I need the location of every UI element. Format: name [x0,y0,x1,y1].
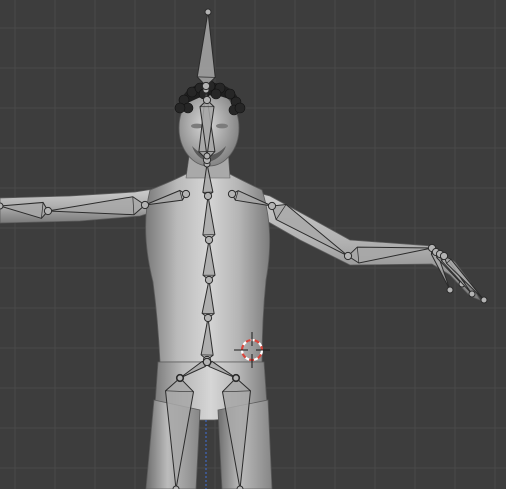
bone-joint[interactable] [227,189,237,199]
bone-joint[interactable] [181,189,191,199]
bone-joint[interactable] [232,374,240,382]
bone-joint[interactable] [204,235,214,245]
bone-joint[interactable] [202,95,212,105]
bone-joint[interactable] [204,275,214,285]
bone-joint[interactable] [201,81,211,91]
bone-joint[interactable] [204,8,212,16]
3d-viewport[interactable] [0,0,506,489]
hair-curl [174,102,186,114]
bone-joint[interactable] [468,290,476,298]
bone-joint[interactable] [140,200,150,210]
bone-joint[interactable] [480,296,488,304]
bone-joint[interactable] [176,374,184,382]
bone-joint[interactable] [202,357,212,367]
bone-joint[interactable] [267,201,277,211]
bone-joint[interactable] [0,202,4,210]
bone-joint[interactable] [203,152,211,160]
viewport-canvas[interactable] [0,0,506,489]
bone-joint[interactable] [439,251,449,261]
mesh-right-arm [239,187,481,301]
bone-joint[interactable] [446,286,454,294]
bone-joint[interactable] [203,313,213,323]
mesh-eye-right [216,123,228,129]
hair-curl [234,102,246,114]
bone-head-top[interactable] [196,11,216,87]
bone-joint[interactable] [343,251,353,261]
bone-joint[interactable] [43,206,53,216]
bone-joint[interactable] [203,191,213,201]
hair-curl [210,88,222,100]
